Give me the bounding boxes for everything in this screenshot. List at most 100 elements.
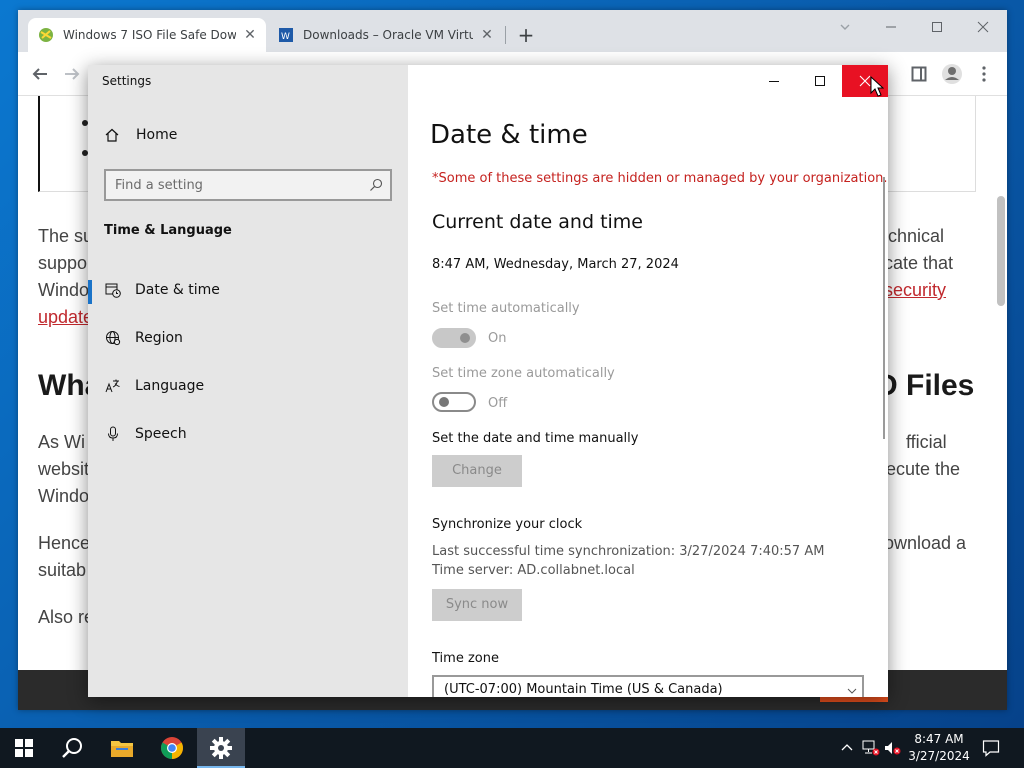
sidebar-item-date-time[interactable]: Date & time <box>88 270 408 310</box>
set-time-zone-automatically-toggle[interactable] <box>432 392 476 412</box>
page-text: Windo <box>38 280 90 300</box>
sync-now-button[interactable]: Sync now <box>432 589 522 621</box>
page-text: fficial <box>906 432 947 452</box>
page-text: Also re <box>38 607 95 627</box>
volume-icon[interactable] <box>884 740 902 756</box>
chevron-up-icon[interactable] <box>838 740 856 756</box>
section-title: Time & Language <box>104 223 232 238</box>
security-update-link[interactable]: update <box>38 307 93 328</box>
page-text: ownload a <box>884 533 967 553</box>
sidebar-item-label: Region <box>135 330 183 346</box>
notification-icon <box>982 740 1000 757</box>
language-icon <box>105 379 120 393</box>
page-text: chnical <box>888 226 945 246</box>
page-heading: D Files <box>876 369 975 402</box>
tab-search-icon[interactable] <box>822 16 868 42</box>
browser-menu-icon[interactable] <box>972 62 996 86</box>
sidebar-item-region[interactable]: Region <box>88 318 408 358</box>
svg-text:W: W <box>281 32 290 42</box>
clock-date: 3/27/2024 <box>908 749 970 763</box>
page-text: Hence <box>38 533 91 553</box>
taskbar-clock[interactable]: 8:47 AM 3/27/2024 <box>904 731 974 765</box>
microphone-icon <box>108 426 118 441</box>
home-icon <box>105 128 119 142</box>
settings-taskbar-button[interactable] <box>197 728 245 768</box>
chrome-icon <box>161 737 183 759</box>
taskbar-search-button[interactable] <box>48 728 96 768</box>
settings-scrollbar[interactable] <box>883 177 885 439</box>
gear-icon <box>210 737 232 759</box>
browser-close-icon[interactable] <box>960 16 1006 42</box>
tab-strip: Windows 7 ISO File Safe Downlo ✕ W Downl… <box>18 10 1007 52</box>
windows-logo-icon <box>15 739 33 757</box>
tab-windows7-iso[interactable]: Windows 7 ISO File Safe Downlo ✕ <box>28 18 266 52</box>
synchronize-clock-heading: Synchronize your clock <box>432 517 583 532</box>
search-icon <box>62 738 82 758</box>
start-button[interactable] <box>0 728 48 768</box>
set-time-zone-automatically-label: Set time zone automatically <box>432 366 615 381</box>
minimize-icon <box>769 81 779 82</box>
tab-virtualbox-downloads[interactable]: W Downloads – Oracle VM VirtualB ✕ <box>268 18 503 52</box>
minimize-button[interactable] <box>751 65 797 97</box>
home-label: Home <box>136 127 178 143</box>
find-setting-search[interactable] <box>104 169 392 201</box>
time-server-text: Time server: AD.collabnet.local <box>432 563 635 578</box>
sidebar-item-label: Date & time <box>135 282 220 298</box>
settings-main-pane: Date & time *Some of these settings are … <box>408 65 888 697</box>
action-center-button[interactable] <box>968 728 1014 768</box>
date-time-icon <box>105 283 121 298</box>
file-explorer-button[interactable] <box>98 728 146 768</box>
current-date-time-heading: Current date and time <box>432 211 643 233</box>
sidebar-item-speech[interactable]: Speech <box>88 414 408 454</box>
maximize-button[interactable] <box>797 65 843 97</box>
page-text: suitab <box>38 560 87 580</box>
tab-separator <box>505 26 506 44</box>
set-manually-label: Set the date and time manually <box>432 431 639 446</box>
network-icon[interactable] <box>862 740 880 756</box>
page-text: Windo <box>38 486 90 506</box>
profile-avatar-icon[interactable] <box>940 62 964 86</box>
page-text: The su <box>38 226 94 246</box>
mouse-cursor-icon <box>870 76 884 97</box>
page-text: As Wi <box>38 432 85 452</box>
last-sync-text: Last successful time synchronization: 3/… <box>432 544 825 559</box>
sidebar-item-language[interactable]: Language <box>88 366 408 406</box>
sidebar-item-label: Speech <box>135 426 187 442</box>
region-icon <box>106 331 121 346</box>
window-title: Settings <box>102 74 152 88</box>
site-favicon-icon <box>39 28 53 42</box>
page-text: cate that <box>884 253 954 273</box>
chrome-button[interactable] <box>148 728 196 768</box>
virtualbox-favicon-icon: W <box>279 28 293 42</box>
security-update-link[interactable]: security <box>884 280 946 301</box>
folder-icon <box>111 741 133 757</box>
search-input[interactable] <box>115 176 355 194</box>
search-icon <box>370 178 383 191</box>
page-scrollbar[interactable] <box>997 196 1005 306</box>
browser-minimize-icon[interactable] <box>868 16 914 42</box>
time-zone-dropdown[interactable]: (UTC-07:00) Mountain Time (US & Canada) <box>432 675 864 697</box>
home-link[interactable]: Home <box>104 127 177 143</box>
time-zone-value: (UTC-07:00) Mountain Time (US & Canada) <box>444 682 723 697</box>
page-text: suppo <box>38 253 88 273</box>
set-time-automatically-toggle[interactable] <box>432 328 476 348</box>
change-button[interactable]: Change <box>432 455 522 487</box>
page-text: ecute the <box>886 459 961 479</box>
managed-notice: *Some of these settings are hidden or ma… <box>432 171 888 186</box>
back-arrow-icon[interactable] <box>28 62 52 86</box>
tab-close-icon[interactable]: ✕ <box>479 27 495 43</box>
forward-arrow-icon[interactable] <box>60 62 84 86</box>
toggle-knob <box>460 333 470 343</box>
sidebar-item-label: Language <box>135 378 205 394</box>
taskbar: 8:47 AM 3/27/2024 <box>0 728 1024 768</box>
browser-maximize-icon[interactable] <box>914 16 960 42</box>
settings-sidebar: Settings Home Time & Language Date & tim… <box>88 65 408 697</box>
reading-list-icon[interactable] <box>907 62 931 86</box>
tab-close-icon[interactable]: ✕ <box>242 27 258 43</box>
toggle-knob <box>439 397 449 407</box>
page-title: Date & time <box>430 120 588 150</box>
new-tab-button[interactable]: + <box>514 24 538 48</box>
maximize-icon <box>815 76 825 86</box>
toggle-state: Off <box>488 396 508 411</box>
chevron-down-icon <box>847 688 857 694</box>
